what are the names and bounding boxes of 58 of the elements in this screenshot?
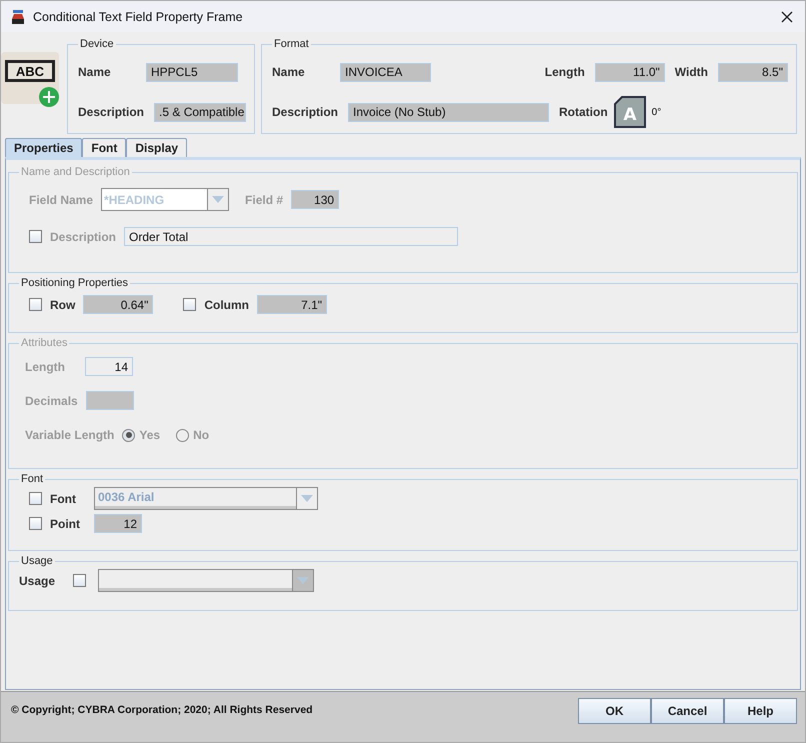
decimals-field[interactable] <box>86 391 134 410</box>
description-field[interactable]: Invoice (No Stub) <box>348 102 550 122</box>
row-field[interactable]: 0.64" <box>83 295 154 314</box>
group-legend: Font <box>19 473 46 485</box>
checkbox[interactable] <box>29 492 42 505</box>
dialog-button[interactable]: Cancel <box>651 698 724 724</box>
group-legend: Name and Description <box>19 166 132 178</box>
group-legend: Usage <box>19 555 55 567</box>
width-field[interactable]: 8.5" <box>718 62 788 82</box>
field-label: Font <box>50 492 77 506</box>
field-label: Description <box>78 105 144 119</box>
field-label: Rotation <box>559 105 608 119</box>
close-icon[interactable] <box>781 10 793 22</box>
point-field[interactable]: 12 <box>94 514 142 533</box>
rotation-value: 0° <box>652 106 662 118</box>
dropdown-caret-icon <box>301 495 313 502</box>
field-label: Usage <box>19 574 56 588</box>
field-label: Description <box>50 230 116 244</box>
tab[interactable]: Properties <box>5 138 82 157</box>
checkbox[interactable] <box>29 517 42 530</box>
checkbox[interactable] <box>73 574 86 587</box>
length-field[interactable]: 11.0" <box>594 62 665 82</box>
copyright-text: © Copyright; CYBRA Corporation; 2020; All Rights Reserved <box>11 703 313 718</box>
field-label: Decimals <box>25 394 78 408</box>
field-label: Variable Length <box>25 428 114 442</box>
field-label: Width <box>674 65 708 79</box>
checkbox[interactable] <box>183 298 196 311</box>
app-icon <box>11 8 25 24</box>
group-legend: Attributes <box>19 337 70 349</box>
field-label: Row <box>50 298 76 312</box>
dropdown-caret-icon <box>297 577 309 584</box>
name-field[interactable]: HPPCL5 <box>146 62 238 82</box>
dialog-button[interactable]: OK <box>578 698 651 724</box>
description-field[interactable]: .5 & Compatible <box>154 102 246 122</box>
tab[interactable]: Display <box>126 138 188 157</box>
rotation-icon: A <box>614 96 646 128</box>
field-label: Point <box>50 516 81 530</box>
field-label: Length <box>25 360 66 374</box>
tab[interactable]: Font <box>82 138 126 157</box>
radio-label: No <box>193 428 210 442</box>
radio-label: Yes <box>139 428 160 442</box>
field-label: Length <box>544 65 585 79</box>
field-label: Field Name <box>29 192 94 206</box>
dropdown-caret-icon <box>212 196 224 203</box>
field-label: Name <box>272 65 306 79</box>
field-label: Field # <box>245 192 284 206</box>
window-title: Conditional Text Field Property Frame <box>33 10 244 24</box>
group-legend: Device <box>78 38 116 50</box>
dialog-button[interactable]: Help <box>724 698 797 724</box>
usage-dropdown[interactable] <box>98 569 314 592</box>
name-field[interactable]: INVOICEA <box>340 62 431 82</box>
field-label: Description <box>272 105 338 119</box>
field-label: Name <box>78 65 112 79</box>
field-label: Column <box>204 298 250 312</box>
group-legend: Format <box>272 38 311 50</box>
column-field[interactable]: 7.1" <box>257 295 328 314</box>
checkbox[interactable] <box>29 298 42 311</box>
group-legend: Positioning Properties <box>19 277 130 289</box>
